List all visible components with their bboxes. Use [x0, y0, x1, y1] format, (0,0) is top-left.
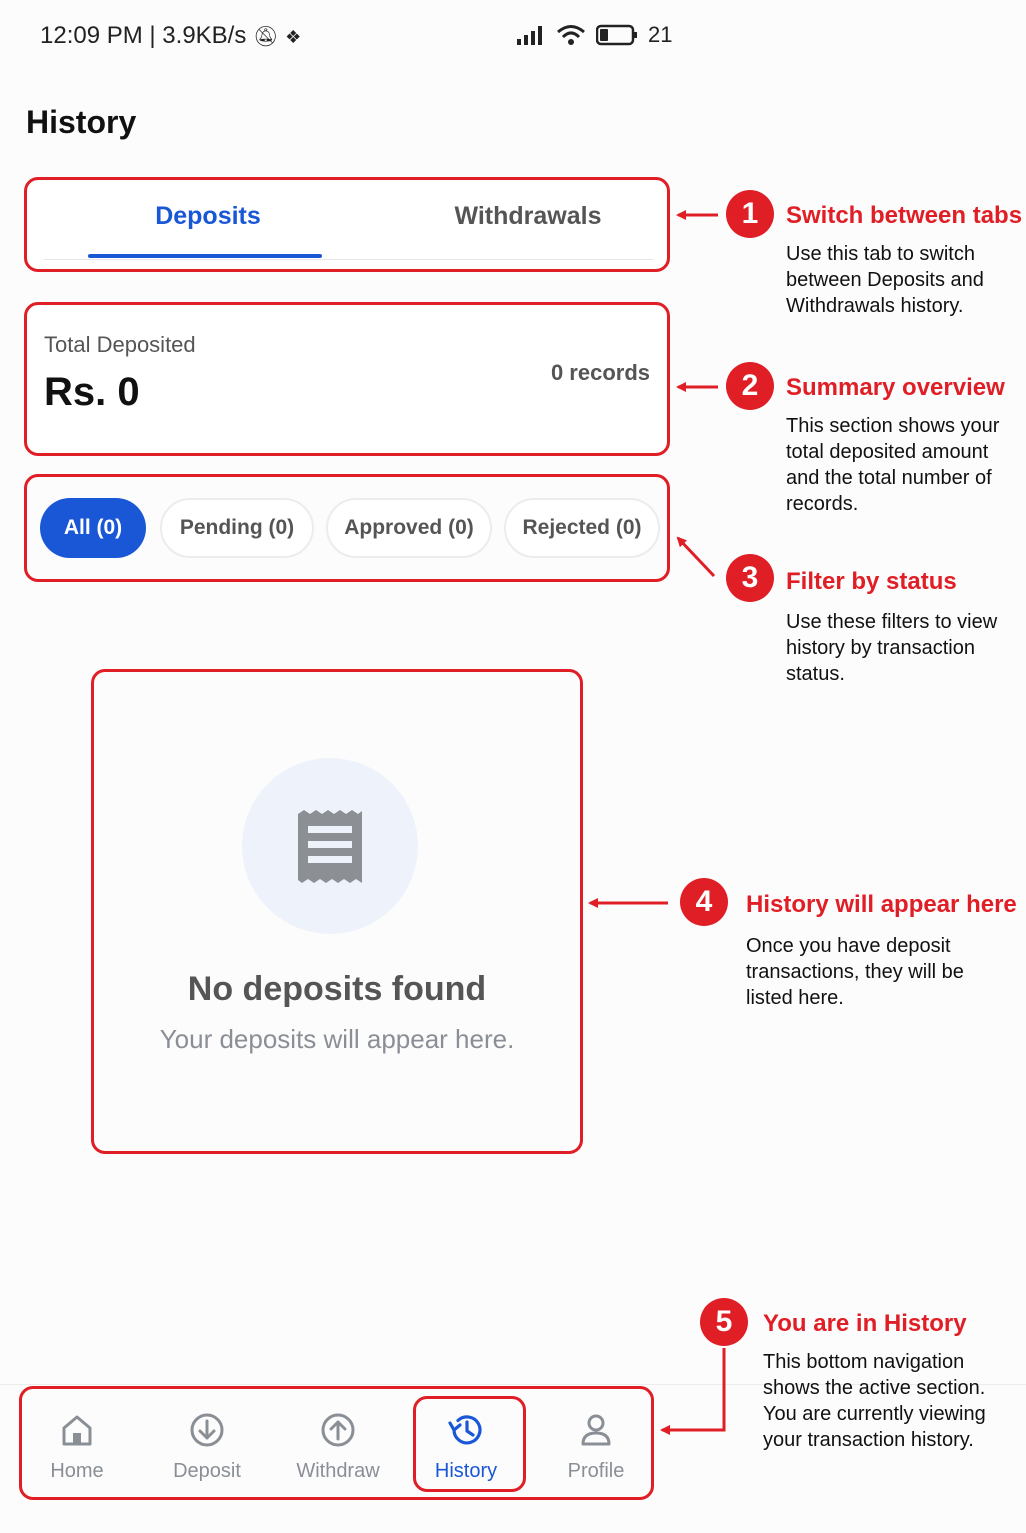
- callout-body-1: Use this tab to switch between Deposits …: [786, 243, 984, 317]
- callout-badge-3: 3: [726, 554, 774, 602]
- callout-body-2: This section shows your total deposited …: [786, 415, 1000, 515]
- callout-body-3: Use these filters to view history by tra…: [786, 611, 998, 685]
- callout-body-4: Once you have deposit transactions, they…: [746, 935, 964, 1009]
- callout-title-3: Filter by status: [786, 568, 957, 595]
- callout-title-2: Summary overview: [786, 374, 1005, 401]
- callout-badge-4: 4: [680, 878, 728, 926]
- callout-badge-5: 5: [700, 1298, 748, 1346]
- callout-badge-1: 1: [726, 190, 774, 238]
- callout-badge-2: 2: [726, 362, 774, 410]
- callout-title-4: History will appear here: [746, 891, 1017, 918]
- callout-title-5: You are in History: [763, 1310, 967, 1337]
- arrow-3: [676, 536, 716, 578]
- callout-title-1: Switch between tabs: [786, 202, 1023, 229]
- callout-body-5: This bottom navigation shows the active …: [763, 1351, 986, 1451]
- arrow-5: [660, 1348, 726, 1435]
